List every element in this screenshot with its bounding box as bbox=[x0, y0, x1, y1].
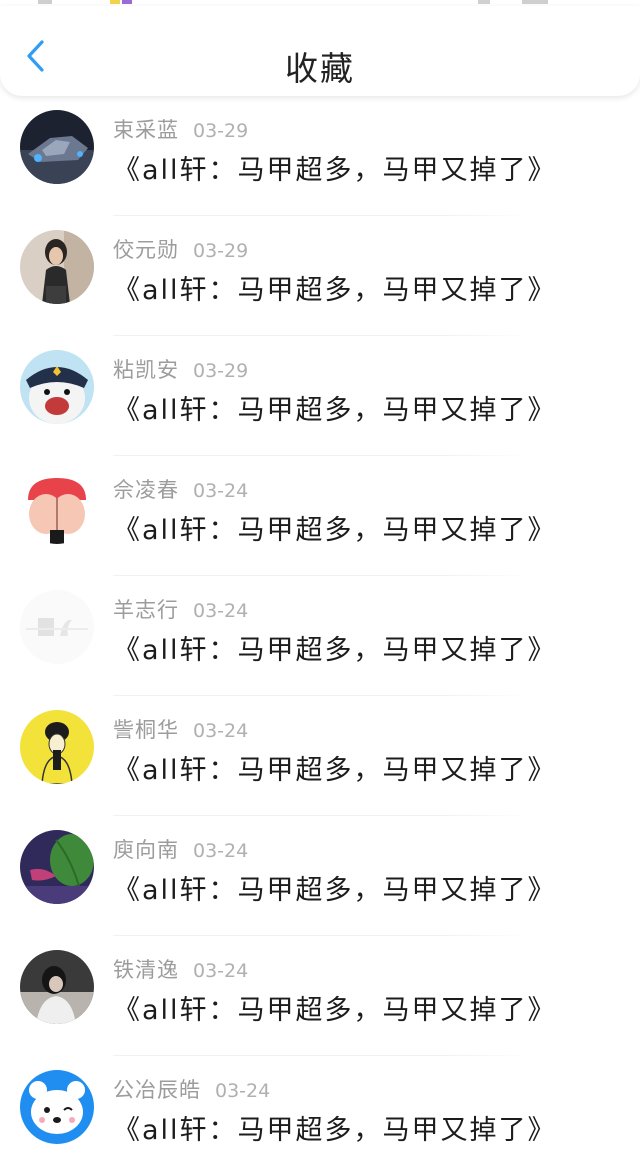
author-name: 粘凯安 bbox=[113, 358, 179, 382]
favorites-list: 束采蓝 03-29 《all轩：马甲超多，马甲又掉了》 佼元勋 03-29 《all… bbox=[0, 96, 640, 1176]
post-date: 03-29 bbox=[193, 240, 249, 262]
list-item[interactable]: 束采蓝 03-29 《all轩：马甲超多，马甲又掉了》 bbox=[0, 96, 640, 216]
list-item[interactable]: 羊志行 03-24 《all轩：马甲超多，马甲又掉了》 bbox=[0, 576, 640, 696]
blue-bear-avatar-icon bbox=[20, 1070, 94, 1144]
avatar bbox=[20, 590, 94, 664]
author-name: 束采蓝 bbox=[113, 118, 179, 142]
post-date: 03-29 bbox=[193, 120, 249, 142]
avatar bbox=[20, 830, 94, 904]
author-name: 佼元勋 bbox=[113, 238, 179, 262]
dark-photo-avatar-icon bbox=[20, 950, 94, 1024]
author-name: 铁清逸 bbox=[113, 958, 179, 982]
author-name: 訾桐华 bbox=[113, 718, 179, 742]
post-date: 03-24 bbox=[193, 480, 249, 502]
post-date: 03-24 bbox=[193, 720, 249, 742]
post-date: 03-24 bbox=[193, 960, 249, 982]
post-title: 《all轩：马甲超多，马甲又掉了》 bbox=[113, 635, 557, 666]
police-bear-avatar-icon bbox=[20, 350, 94, 424]
post-title: 《all轩：马甲超多，马甲又掉了》 bbox=[113, 755, 557, 786]
page-title: 收藏 bbox=[285, 49, 355, 88]
purple-leaf-avatar-icon bbox=[20, 830, 94, 904]
avatar bbox=[20, 110, 94, 184]
spaceship-avatar-icon bbox=[20, 110, 94, 184]
post-title: 《all轩：马甲超多，马甲又掉了》 bbox=[113, 1115, 557, 1146]
post-title: 《all轩：马甲超多，马甲又掉了》 bbox=[113, 515, 557, 546]
cartoon-butt-avatar-icon bbox=[20, 470, 94, 544]
post-title: 《all轩：马甲超多，马甲又掉了》 bbox=[113, 155, 557, 186]
avatar bbox=[20, 710, 94, 784]
faded-logo-avatar-icon bbox=[20, 590, 94, 664]
post-date: 03-29 bbox=[193, 360, 249, 382]
list-item[interactable]: 佘凌春 03-24 《all轩：马甲超多，马甲又掉了》 bbox=[0, 456, 640, 576]
author-name: 佘凌春 bbox=[113, 478, 179, 502]
list-item[interactable]: 粘凯安 03-29 《all轩：马甲超多，马甲又掉了》 bbox=[0, 336, 640, 456]
post-title: 《all轩：马甲超多，马甲又掉了》 bbox=[113, 875, 557, 906]
avatar bbox=[20, 470, 94, 544]
avatar bbox=[20, 1070, 94, 1144]
list-item[interactable]: 佼元勋 03-29 《all轩：马甲超多，马甲又掉了》 bbox=[0, 216, 640, 336]
yellow-sketch-avatar-icon bbox=[20, 710, 94, 784]
list-item[interactable]: 公冶辰皓 03-24 《all轩：马甲超多，马甲又掉了》 bbox=[0, 1056, 640, 1176]
list-item[interactable]: 庾向南 03-24 《all轩：马甲超多，马甲又掉了》 bbox=[0, 816, 640, 936]
post-title: 《all轩：马甲超多，马甲又掉了》 bbox=[113, 275, 557, 306]
author-name: 羊志行 bbox=[113, 598, 179, 622]
post-title: 《all轩：马甲超多，马甲又掉了》 bbox=[113, 395, 557, 426]
list-item[interactable]: 铁清逸 03-24 《all轩：马甲超多，马甲又掉了》 bbox=[0, 936, 640, 1056]
post-title: 《all轩：马甲超多，马甲又掉了》 bbox=[113, 995, 557, 1026]
post-date: 03-24 bbox=[193, 840, 249, 862]
avatar bbox=[20, 950, 94, 1024]
avatar bbox=[20, 350, 94, 424]
post-date: 03-24 bbox=[193, 600, 249, 622]
girl-photo-avatar-icon bbox=[20, 230, 94, 304]
post-date: 03-24 bbox=[215, 1080, 271, 1102]
author-name: 庾向南 bbox=[113, 838, 179, 862]
author-name: 公冶辰皓 bbox=[113, 1078, 201, 1102]
header-bar: 收藏 bbox=[0, 6, 640, 96]
list-item[interactable]: 訾桐华 03-24 《all轩：马甲超多，马甲又掉了》 bbox=[0, 696, 640, 816]
avatar bbox=[20, 230, 94, 304]
